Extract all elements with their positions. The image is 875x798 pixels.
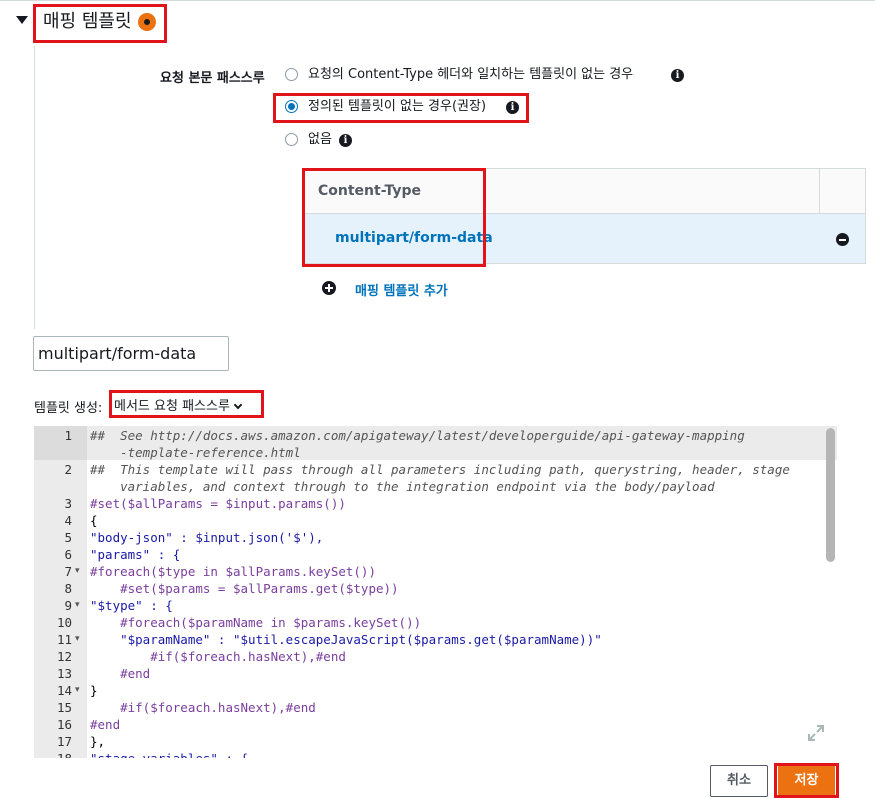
line-number: 17 <box>56 734 72 749</box>
editor-scrollbar[interactable] <box>826 428 835 562</box>
code-line: } <box>90 683 98 698</box>
code-editor[interactable]: 1 2 3 4 5 6 7 8 9 10 11 12 13 14 15 16 1… <box>34 426 837 758</box>
code-line: #set($params = $allParams.get($type)) <box>90 581 399 596</box>
generate-template-label: 템플릿 생성: <box>34 401 103 416</box>
line-number: 5 <box>64 530 72 545</box>
code-line: #foreach($type in $allParams.keySet()) <box>90 564 376 579</box>
line-number: 10 <box>56 615 72 630</box>
fold-arrow-icon[interactable]: ▾ <box>75 682 80 699</box>
code-line: "$paramName" : "$util.escapeJavaScript($… <box>90 632 602 647</box>
code-line: -template-reference.html <box>90 445 301 460</box>
code-line: }, <box>90 734 106 749</box>
line-number: 9 <box>64 598 72 613</box>
line-number: 2 <box>64 462 72 477</box>
line-number: 11 <box>56 632 72 647</box>
cancel-button[interactable]: 취소 <box>710 765 768 797</box>
expand-icon[interactable] <box>806 723 826 743</box>
line-number: 7 <box>64 564 72 579</box>
remove-icon[interactable] <box>836 233 849 246</box>
line-number: 15 <box>56 700 72 715</box>
passthrough-option-label: 요청의 Content-Type 헤더와 일치하는 템플릿이 없는 경우 <box>308 67 634 82</box>
highlight-box-generate <box>109 390 264 418</box>
top-divider <box>0 0 875 1</box>
line-number: 8 <box>64 581 72 596</box>
code-line: { <box>90 513 98 528</box>
code-line: #if($foreach.hasNext),#end <box>90 649 346 664</box>
code-line: "body-json" : $input.json('$'), <box>90 530 324 545</box>
passthrough-option-label: 없음 <box>308 132 332 147</box>
highlight-box-title <box>33 4 167 43</box>
line-number: 18 <box>34 750 72 758</box>
code-line: "stage-variables" : { <box>90 750 248 758</box>
fold-arrow-icon[interactable]: ▾ <box>75 597 80 614</box>
line-number: 3 <box>64 496 72 511</box>
line-number: 12 <box>56 649 72 664</box>
info-icon[interactable]: i <box>339 134 352 147</box>
info-icon[interactable]: i <box>671 69 684 82</box>
highlight-box-save <box>774 763 839 798</box>
passthrough-radio-never[interactable] <box>285 133 298 146</box>
highlight-box-content-type <box>302 168 486 267</box>
code-line: ## See http://docs.aws.amazon.com/apigat… <box>90 428 745 443</box>
section-left-border <box>34 46 35 329</box>
add-mapping-template-link[interactable]: 매핑 템플릿 추가 <box>355 280 448 299</box>
fold-arrow-icon[interactable]: ▾ <box>75 631 80 648</box>
line-number: 1 <box>64 428 72 443</box>
code-line: #end <box>90 717 121 732</box>
code-line: #end <box>90 666 151 681</box>
line-number: 13 <box>56 666 72 681</box>
collapse-caret-icon[interactable] <box>16 16 28 24</box>
passthrough-radio-when-no-match[interactable] <box>285 68 298 81</box>
passthrough-label: 요청 본문 패스스루 <box>160 71 265 86</box>
highlight-box-recommended <box>273 93 529 123</box>
code-line: "$type" : { <box>90 598 173 613</box>
line-number: 4 <box>64 513 72 528</box>
line-number: 16 <box>56 717 72 732</box>
code-line: ## This template will pass through all p… <box>90 462 790 477</box>
column-separator <box>819 169 820 213</box>
code-line: "params" : { <box>90 547 181 562</box>
code-line: variables, and context through to the in… <box>90 479 715 494</box>
line-number: 6 <box>64 547 72 562</box>
template-name-input[interactable] <box>33 336 229 371</box>
add-icon[interactable] <box>322 281 336 295</box>
fold-arrow-icon[interactable]: ▾ <box>75 563 80 580</box>
code-line: #if($foreach.hasNext),#end <box>90 700 316 715</box>
code-line: #set($allParams = $input.params()) <box>90 496 346 511</box>
line-number: 14 <box>56 683 72 698</box>
code-line: #foreach($paramName in $params.keySet()) <box>90 615 422 630</box>
